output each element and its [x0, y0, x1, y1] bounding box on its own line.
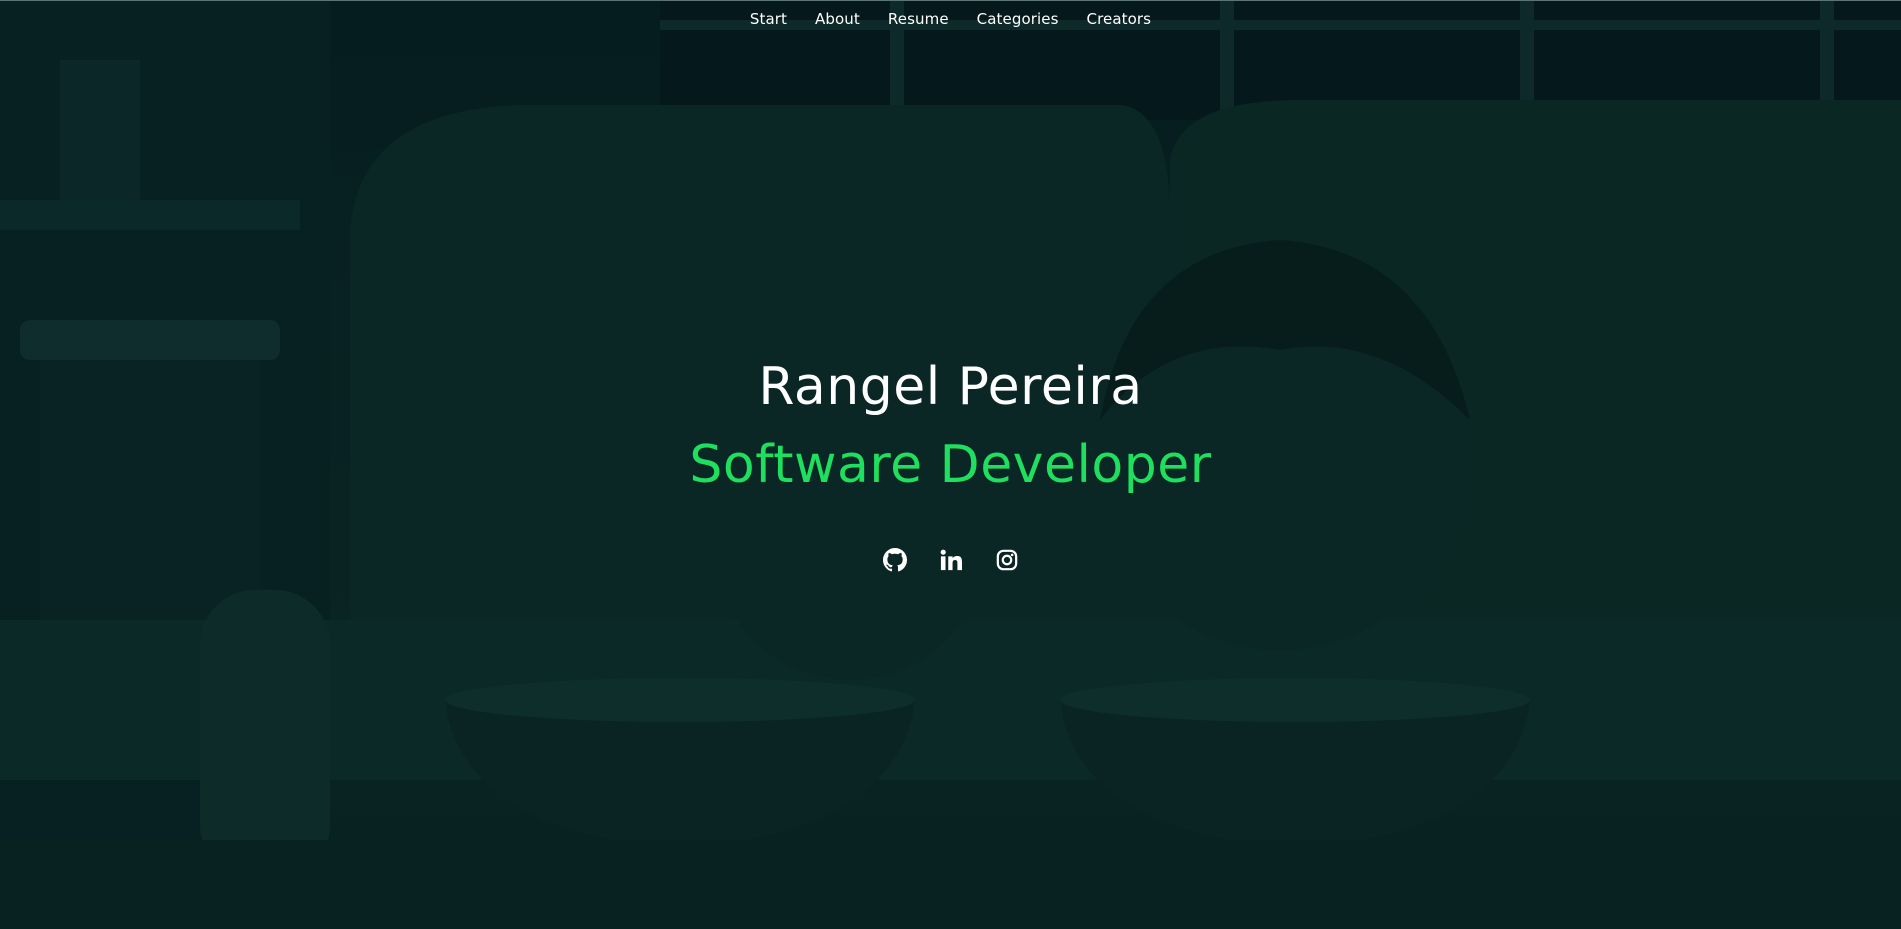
hero-name: Rangel Pereira	[758, 357, 1143, 417]
top-border	[0, 0, 1901, 1]
instagram-link[interactable]	[995, 548, 1019, 572]
hero-section: Start About Resume Categories Creators R…	[0, 0, 1901, 929]
github-link[interactable]	[882, 548, 907, 572]
nav-item-start[interactable]: Start	[750, 8, 787, 30]
intro-block: Rangel Pereira Software Developer	[0, 350, 1901, 502]
main-nav: Start About Resume Categories Creators	[0, 8, 1901, 30]
nav-item-creators[interactable]: Creators	[1087, 8, 1152, 30]
social-links	[0, 548, 1901, 572]
instagram-icon	[996, 549, 1017, 571]
linkedin-link[interactable]	[939, 548, 963, 572]
hero-role: Software Developer	[689, 435, 1212, 495]
github-icon	[882, 548, 907, 572]
linkedin-icon	[940, 549, 962, 571]
nav-item-about[interactable]: About	[815, 8, 860, 30]
nav-item-categories[interactable]: Categories	[977, 8, 1059, 30]
nav-item-resume[interactable]: Resume	[888, 8, 949, 30]
